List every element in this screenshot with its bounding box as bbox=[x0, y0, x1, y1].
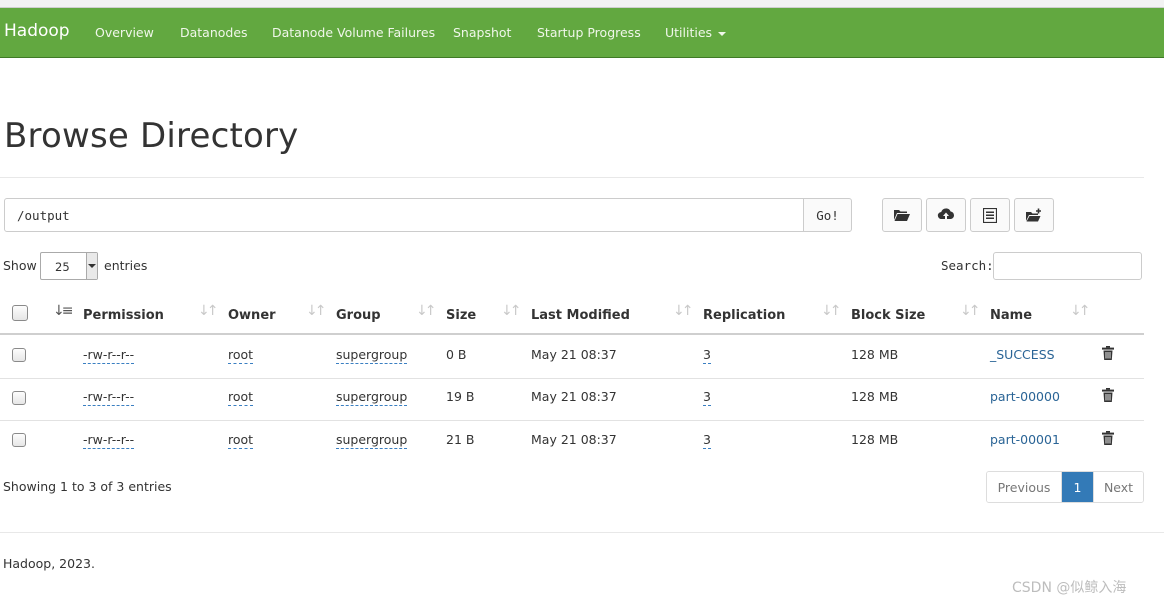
nav-utilities-dropdown[interactable]: Utilities bbox=[665, 25, 727, 40]
title-divider bbox=[0, 177, 1144, 178]
column-header-size[interactable]: Size bbox=[446, 308, 476, 323]
file-name-link[interactable]: _SUCCESS bbox=[990, 347, 1055, 362]
sort-icon-block-size[interactable]: ↓↑ bbox=[960, 303, 981, 319]
sort-icon-last-modified[interactable]: ↓↑ bbox=[673, 303, 694, 319]
sort-icon-permission[interactable]: ↓↑ bbox=[198, 303, 219, 319]
group-cell[interactable]: supergroup bbox=[336, 389, 408, 406]
pagination-page-current[interactable]: 1 bbox=[1062, 472, 1093, 502]
trash-icon[interactable] bbox=[1102, 431, 1114, 445]
new-folder-icon bbox=[1026, 208, 1041, 222]
size-cell: 19 B bbox=[446, 389, 475, 404]
replication-cell[interactable]: 3 bbox=[703, 432, 711, 449]
sort-icon-name[interactable]: ↓↑ bbox=[1070, 303, 1091, 319]
file-name-link[interactable]: part-00000 bbox=[990, 389, 1060, 404]
sort-amount-icon[interactable]: ↓≡ bbox=[53, 303, 74, 319]
table-info: Showing 1 to 3 of 3 entries bbox=[3, 479, 172, 494]
pagination-next[interactable]: Next bbox=[1093, 472, 1143, 502]
browse-folder-button[interactable] bbox=[882, 198, 922, 232]
row-divider bbox=[0, 420, 1144, 421]
select-arrow-icon bbox=[86, 253, 97, 279]
nav-overview[interactable]: Overview bbox=[95, 25, 154, 40]
permission-cell[interactable]: -rw-r--r-- bbox=[83, 347, 135, 364]
size-cell: 0 B bbox=[446, 347, 467, 362]
trash-icon[interactable] bbox=[1102, 346, 1114, 360]
folder-open-icon bbox=[894, 210, 910, 221]
nav-startup-progress[interactable]: Startup Progress bbox=[537, 25, 641, 40]
entries-label: entries bbox=[104, 258, 148, 273]
group-cell[interactable]: supergroup bbox=[336, 347, 408, 364]
pagination: Previous 1 Next bbox=[986, 471, 1144, 503]
replication-cell[interactable]: 3 bbox=[703, 389, 711, 406]
column-header-permission[interactable]: Permission bbox=[83, 308, 164, 323]
block-size-cell: 128 MB bbox=[851, 389, 899, 404]
permission-cell[interactable]: -rw-r--r-- bbox=[83, 432, 135, 449]
owner-cell[interactable]: root bbox=[228, 389, 254, 406]
table-header-divider bbox=[0, 333, 1144, 335]
select-all-checkbox[interactable] bbox=[12, 305, 28, 321]
entries-per-page-value: 25 bbox=[55, 260, 70, 274]
footer-divider bbox=[0, 532, 1164, 533]
browser-top-edge bbox=[0, 0, 1164, 8]
row-checkbox[interactable] bbox=[12, 391, 26, 405]
list-view-button[interactable] bbox=[970, 198, 1010, 232]
replication-cell[interactable]: 3 bbox=[703, 347, 711, 364]
column-header-block-size[interactable]: Block Size bbox=[851, 308, 925, 323]
block-size-cell: 128 MB bbox=[851, 432, 899, 447]
create-directory-button[interactable] bbox=[1014, 198, 1054, 232]
search-label: Search: bbox=[941, 258, 994, 273]
caret-down-icon bbox=[718, 31, 727, 36]
row-checkbox[interactable] bbox=[12, 433, 26, 447]
size-cell: 21 B bbox=[446, 432, 475, 447]
column-header-name[interactable]: Name bbox=[990, 308, 1032, 323]
last-modified-cell: May 21 08:37 bbox=[531, 389, 617, 404]
footer-text: Hadoop, 2023. bbox=[3, 556, 95, 571]
nav-snapshot[interactable]: Snapshot bbox=[453, 25, 511, 40]
list-alt-icon bbox=[983, 207, 997, 223]
sort-icon-owner[interactable]: ↓↑ bbox=[306, 303, 327, 319]
row-divider bbox=[0, 378, 1144, 379]
page-title: Browse Directory bbox=[4, 116, 299, 156]
entries-per-page-select[interactable]: 25 bbox=[40, 252, 98, 280]
nav-utilities-label: Utilities bbox=[665, 25, 713, 40]
sort-icon-size[interactable]: ↓↑ bbox=[501, 303, 522, 319]
block-size-cell: 128 MB bbox=[851, 347, 899, 362]
last-modified-cell: May 21 08:37 bbox=[531, 347, 617, 362]
owner-cell[interactable]: root bbox=[228, 432, 254, 449]
owner-cell[interactable]: root bbox=[228, 347, 254, 364]
upload-button[interactable] bbox=[926, 198, 966, 232]
go-button[interactable]: Go! bbox=[803, 198, 852, 232]
pagination-previous[interactable]: Previous bbox=[987, 472, 1062, 502]
group-cell[interactable]: supergroup bbox=[336, 432, 408, 449]
brand-link[interactable]: Hadoop bbox=[4, 21, 70, 41]
column-header-replication[interactable]: Replication bbox=[703, 308, 785, 323]
sort-icon-group[interactable]: ↓↑ bbox=[416, 303, 437, 319]
column-header-last-modified[interactable]: Last Modified bbox=[531, 308, 630, 323]
row-checkbox[interactable] bbox=[12, 348, 26, 362]
sort-icon-replication[interactable]: ↓↑ bbox=[821, 303, 842, 319]
watermark-text: CSDN @似鲸入海 bbox=[1012, 580, 1127, 596]
column-header-group[interactable]: Group bbox=[336, 308, 381, 323]
column-header-owner[interactable]: Owner bbox=[228, 308, 276, 323]
top-navbar: Hadoop Overview Datanodes Datanode Volum… bbox=[0, 8, 1164, 58]
trash-icon[interactable] bbox=[1102, 388, 1114, 402]
file-name-link[interactable]: part-00001 bbox=[990, 432, 1060, 447]
nav-datanode-volume-failures[interactable]: Datanode Volume Failures bbox=[272, 25, 435, 40]
permission-cell[interactable]: -rw-r--r-- bbox=[83, 389, 135, 406]
show-label: Show bbox=[3, 258, 37, 273]
last-modified-cell: May 21 08:37 bbox=[531, 432, 617, 447]
nav-datanodes[interactable]: Datanodes bbox=[180, 25, 248, 40]
cloud-upload-icon bbox=[937, 208, 955, 221]
search-input[interactable] bbox=[993, 252, 1142, 280]
directory-path-input[interactable] bbox=[4, 198, 804, 232]
